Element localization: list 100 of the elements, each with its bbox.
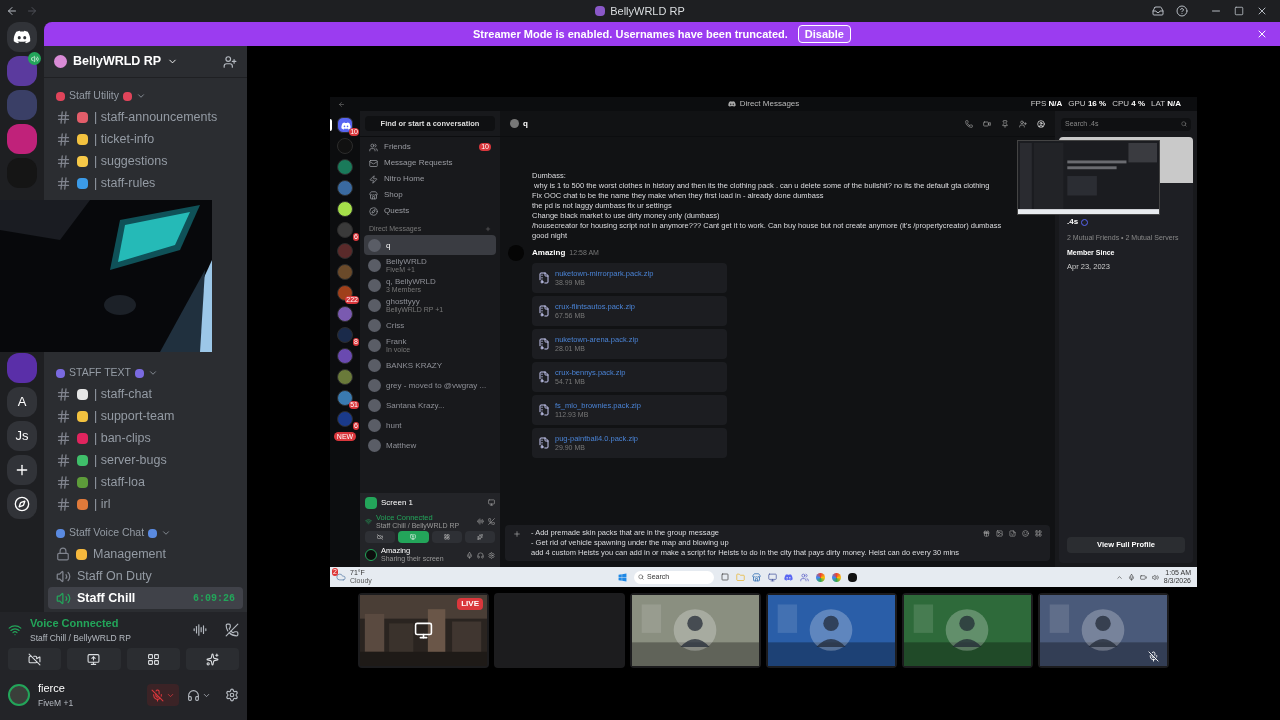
dm-item[interactable]: Matthew	[364, 435, 496, 455]
gift-icon[interactable]	[983, 530, 990, 537]
channel-item[interactable]: | staff-loa	[48, 471, 243, 493]
sticker-icon[interactable]	[1009, 530, 1016, 537]
window-title: Direct Messages	[739, 98, 800, 110]
channel-item[interactable]: | ban-clips	[48, 427, 243, 449]
store-icon[interactable]	[752, 572, 761, 582]
screen-share-button[interactable]	[67, 648, 121, 670]
muted-icon	[1148, 651, 1159, 662]
headphones-icon[interactable]	[477, 551, 484, 559]
zip-file-icon	[538, 436, 550, 450]
server-icon	[54, 55, 67, 68]
nav-item[interactable]: Quests	[364, 203, 496, 219]
home-button[interactable]	[7, 22, 37, 52]
add-server-button[interactable]	[7, 455, 37, 485]
add-user-icon[interactable]	[1019, 119, 1027, 128]
gif-icon[interactable]	[996, 530, 1003, 537]
emoji-icon[interactable]	[1022, 530, 1029, 537]
stream-tile[interactable]: LIVE	[358, 593, 489, 668]
app-icon[interactable]	[848, 572, 857, 582]
inbox-icon[interactable]	[1152, 5, 1164, 17]
server-icon[interactable]	[337, 117, 353, 133]
activities-button[interactable]	[126, 648, 180, 670]
category-title[interactable]: Staff Utility	[69, 88, 119, 104]
task-view-icon[interactable]	[721, 573, 729, 581]
avatar	[368, 338, 381, 352]
channel-item[interactable]: | staff-rules	[48, 172, 243, 194]
soundboard-button[interactable]	[464, 531, 495, 543]
hash-icon	[56, 386, 71, 402]
pin-icon[interactable]	[1001, 119, 1009, 128]
maximize-button[interactable]	[1234, 6, 1244, 16]
channel-item[interactable]: | staff-chat	[48, 383, 243, 405]
emoji-icon	[135, 368, 145, 378]
category-title[interactable]: Staff Voice Chat	[69, 525, 145, 541]
server-name[interactable]: BellyWRLD RP	[73, 52, 162, 71]
dm-item[interactable]: Santana Krazy...	[364, 395, 496, 415]
monitor-icon	[87, 652, 101, 666]
apps-icon[interactable]	[1035, 530, 1042, 537]
nav-item[interactable]: Shop	[364, 187, 496, 203]
dm-item[interactable]: hunt	[364, 415, 496, 435]
avatar	[368, 358, 381, 372]
dm-item[interactable]: Criss	[364, 315, 496, 335]
soundboard-button[interactable]	[185, 648, 239, 670]
discord-icon[interactable]	[784, 572, 793, 582]
channel-item[interactable]: Staff On Duty	[48, 565, 243, 587]
tray-icon[interactable]	[1115, 573, 1123, 581]
server-icon[interactable]	[337, 201, 353, 217]
disable-button[interactable]: Disable	[797, 25, 851, 43]
video-icon[interactable]	[983, 119, 991, 128]
add-attachment-icon[interactable]	[513, 530, 521, 538]
voice-location[interactable]: Staff Chill / BellyWRLD RP	[30, 631, 185, 645]
help-icon[interactable]	[1176, 5, 1188, 17]
teams-icon[interactable]	[800, 572, 809, 582]
weather-icon	[336, 572, 346, 582]
disconnect-button[interactable]	[225, 623, 239, 637]
dm-item[interactable]: q	[364, 235, 496, 255]
plus-icon	[14, 462, 30, 478]
noise-suppression-button[interactable]	[193, 623, 207, 637]
camera-button[interactable]	[365, 531, 396, 543]
dm-item[interactable]: BANKS KRAZY	[364, 355, 496, 375]
phone-icon[interactable]	[965, 119, 973, 128]
back-button[interactable]	[6, 5, 18, 17]
close-banner-button[interactable]	[1256, 28, 1268, 40]
channel-item[interactable]: | irl	[48, 493, 243, 515]
signal-icon	[365, 518, 372, 525]
mic-button[interactable]	[147, 684, 179, 706]
dm-name: Criss	[386, 320, 405, 330]
channel-item[interactable]: | suggestions	[48, 150, 243, 172]
profile-icon[interactable]	[1037, 119, 1045, 128]
channel-item[interactable]: | ticket-info	[48, 128, 243, 150]
category-title[interactable]: STAFF TEXT	[69, 365, 132, 381]
settings-button[interactable]	[225, 688, 239, 702]
channel-item[interactable]: | server-bugs	[48, 449, 243, 471]
nav-item[interactable]: Message Requests	[364, 155, 496, 171]
channel-name: | support-team	[94, 407, 176, 425]
compass-icon	[14, 496, 30, 512]
channel-item[interactable]: | support-team	[48, 405, 243, 427]
settings-icon[interactable]	[488, 551, 495, 559]
speaker-badge-icon	[28, 52, 41, 65]
mic-icon[interactable]	[466, 551, 473, 559]
close-button[interactable]	[1256, 5, 1268, 17]
channel-item[interactable]: Staff Chill 6:09:26	[48, 587, 243, 609]
server-icon[interactable]: Js	[7, 421, 37, 451]
nav-item[interactable]: Nitro Home	[364, 171, 496, 187]
start-icon[interactable]	[618, 572, 627, 582]
avatar	[368, 438, 381, 452]
dm-name: grey - moved to @vwgray ...	[386, 380, 487, 390]
server-icon[interactable]: A	[7, 387, 37, 417]
selected-indicator	[330, 119, 332, 131]
channel-item[interactable]: Management	[48, 543, 243, 565]
screen-share-button[interactable]	[398, 531, 429, 543]
discover-button[interactable]	[7, 489, 37, 519]
dm-item[interactable]: grey - moved to @vwgray ...	[364, 375, 496, 395]
invite-icon[interactable]	[223, 54, 237, 69]
discord-icon	[13, 28, 31, 46]
headphones-button[interactable]	[187, 688, 211, 702]
channel-item[interactable]: | staff-announcements	[48, 106, 243, 128]
avatar	[368, 318, 381, 332]
camera-button[interactable]	[8, 648, 62, 670]
shop-icon	[369, 190, 378, 200]
